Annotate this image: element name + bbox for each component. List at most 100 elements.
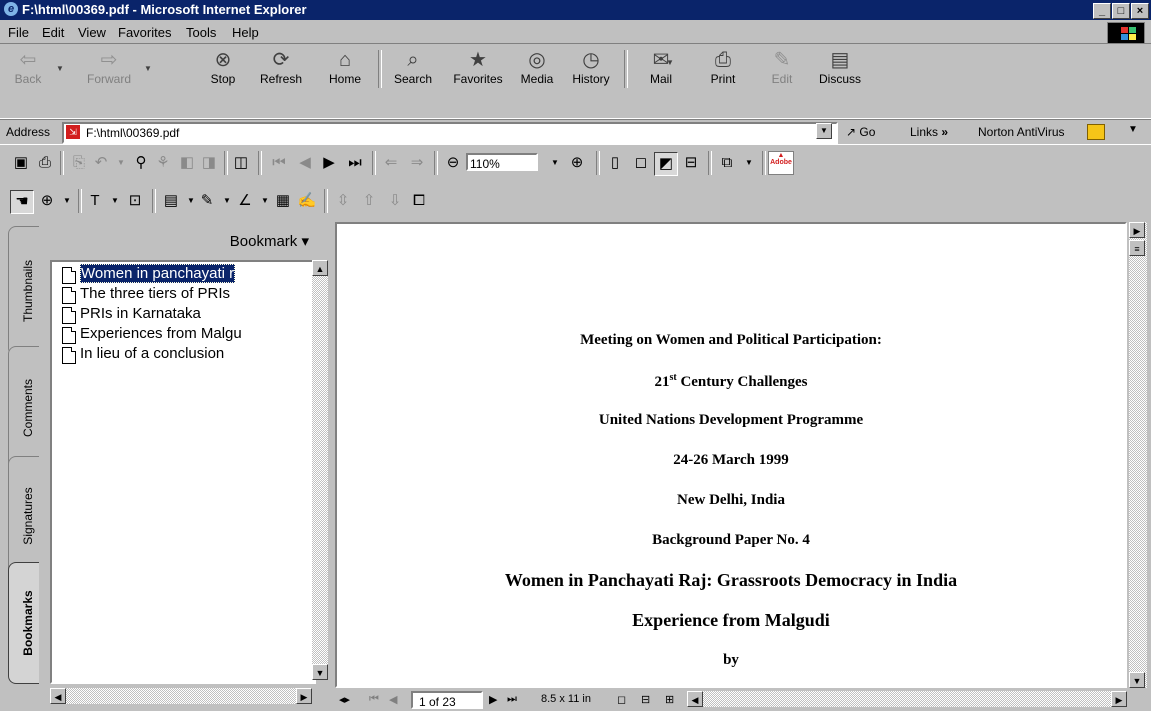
bookmark-vertical-scrollbar[interactable]: ▲ ▼ [312, 260, 328, 680]
address-input[interactable]: ⇲ F:\html\00369.pdf [62, 122, 838, 144]
continuous-icon[interactable]: ⊟ [641, 693, 650, 706]
address-dropdown-icon[interactable]: ▼ [816, 123, 832, 139]
zoom-tool-dropdown-icon[interactable]: ▼ [56, 190, 78, 212]
bookmark-item[interactable]: Women in panchayati r [62, 264, 236, 284]
fit-in-window-icon[interactable]: ◻ [630, 152, 652, 174]
tab-bookmarks[interactable]: Bookmarks [8, 562, 39, 684]
bookmark-item[interactable]: The three tiers of PRIs [62, 284, 230, 304]
forward-button[interactable]: ⇨ Forward [78, 48, 140, 90]
document-horizontal-scrollbar[interactable]: ◀ ▶ [687, 691, 1127, 707]
zoom-out-icon[interactable]: ⊖ [442, 152, 464, 174]
edit-button[interactable]: ✎ Edit [762, 48, 802, 90]
tab-signatures[interactable]: Signatures [8, 456, 39, 576]
zoom-in-icon[interactable]: ⊕ [566, 152, 588, 174]
scroll-thumb[interactable]: ≡ [1129, 240, 1145, 256]
forward-dropdown-icon[interactable]: ▼ [144, 64, 152, 73]
tab-thumbnails[interactable]: Thumbnails [8, 226, 39, 356]
previous-page-icon[interactable]: ◀ [294, 152, 316, 174]
rotate-dropdown-icon[interactable]: ▼ [738, 152, 760, 174]
zoom-dropdown-icon[interactable]: ▼ [544, 152, 566, 174]
single-page-icon[interactable]: ◻ [617, 693, 626, 706]
mail-dropdown-icon[interactable]: ▼ [666, 58, 674, 67]
find-icon[interactable]: ⚲ [130, 152, 152, 174]
spell-check-icon[interactable]: ▦ [272, 190, 294, 212]
discuss-button[interactable]: ▤ Discuss [812, 48, 868, 90]
last-page-icon[interactable]: ⏭ [344, 152, 366, 174]
next-result-icon[interactable]: ◨ [198, 152, 220, 174]
show-comments-icon[interactable]: ⧠ [408, 190, 430, 212]
next-page-icon[interactable]: ▶ [318, 152, 340, 174]
document-view[interactable]: Meeting on Women and Political Participa… [335, 222, 1127, 688]
mail-button[interactable]: ✉ Mail [638, 48, 684, 90]
media-button[interactable]: ◎ Media [514, 48, 560, 90]
fit-width-icon[interactable]: ◩ [654, 152, 678, 176]
scroll-right-icon[interactable]: ▶ [296, 688, 312, 704]
undo-icon[interactable]: ↶ [90, 152, 112, 174]
go-forward-icon[interactable]: ⇒ [406, 152, 428, 174]
print-button[interactable]: ⎙ Print [700, 48, 746, 90]
back-dropdown-icon[interactable]: ▼ [56, 64, 64, 73]
norton-icon[interactable] [1087, 124, 1105, 140]
menu-tools[interactable]: Tools [186, 25, 216, 40]
upload-icon[interactable]: ⇧ [358, 190, 380, 212]
previous-result-icon[interactable]: ◧ [176, 152, 198, 174]
actual-size-icon[interactable]: ▯ [604, 152, 626, 174]
previous-page-scroll-icon[interactable]: ▶ [1129, 222, 1145, 238]
menu-help[interactable]: Help [232, 25, 259, 40]
tab-comments[interactable]: Comments [8, 346, 39, 470]
document-vertical-scrollbar[interactable]: ▶ ≡ ▼ [1129, 222, 1147, 688]
copy-icon[interactable]: ⎘ [68, 152, 90, 174]
scroll-right-icon[interactable]: ▶ [1111, 691, 1127, 707]
back-button[interactable]: ⇦ Back [6, 48, 50, 90]
menu-favorites[interactable]: Favorites [118, 25, 171, 40]
zoom-tool-icon[interactable]: ⊕ [36, 190, 58, 212]
continuous-facing-icon[interactable]: ⊞ [665, 693, 674, 706]
scroll-down-icon[interactable]: ▼ [1129, 672, 1145, 688]
search-index-icon[interactable]: ⚘ [152, 152, 174, 174]
download-icon[interactable]: ⇩ [384, 190, 406, 212]
scroll-left-icon[interactable]: ◀ [50, 688, 66, 704]
note-tool-icon[interactable]: ▤ [160, 190, 182, 212]
show-hide-navigation-icon[interactable]: ◫ [230, 152, 252, 174]
adobe-logo-icon[interactable]: ▲ Adobe [768, 151, 794, 175]
hand-tool-icon[interactable]: ☚ [10, 190, 34, 214]
highlight-tool-icon[interactable]: ∠ [234, 190, 256, 212]
split-handle-icon[interactable]: ◂▸ [339, 693, 350, 706]
go-back-icon[interactable]: ⇐ [380, 152, 402, 174]
import-icon[interactable]: ⇳ [332, 190, 354, 212]
home-button[interactable]: ⌂ Home [322, 48, 368, 90]
pencil-tool-icon[interactable]: ✎ [196, 190, 218, 212]
bookmark-item[interactable]: PRIs in Karnataka [62, 304, 201, 324]
fit-visible-icon[interactable]: ⊟ [680, 152, 702, 174]
favorites-button[interactable]: ★ Favorites [446, 48, 510, 90]
links-button[interactable]: Links » [910, 125, 948, 139]
text-select-dropdown-icon[interactable]: ▼ [104, 190, 126, 212]
bookmark-menu-button[interactable]: Bookmark ▾ [230, 232, 309, 250]
bookmark-horizontal-scrollbar[interactable]: ◀ ▶ [50, 688, 312, 704]
text-select-icon[interactable]: T [84, 190, 106, 212]
last-page-icon[interactable]: ⏭ [507, 693, 517, 706]
menu-view[interactable]: View [78, 25, 106, 40]
scroll-down-icon[interactable]: ▼ [312, 664, 328, 680]
stop-button[interactable]: ⊗ Stop [200, 48, 246, 90]
maximize-button[interactable]: □ [1112, 3, 1130, 19]
refresh-button[interactable]: ⟳ Refresh [252, 48, 310, 90]
scroll-up-icon[interactable]: ▲ [312, 260, 328, 276]
rotate-view-icon[interactable]: ⧉ [716, 152, 738, 174]
next-page-icon[interactable]: ▶ [489, 693, 497, 706]
go-button[interactable]: ↗ Go [846, 125, 875, 139]
menu-edit[interactable]: Edit [42, 25, 64, 40]
previous-page-icon[interactable]: ◀ [389, 693, 397, 706]
norton-dropdown-icon[interactable]: ▼ [1128, 124, 1138, 135]
first-page-icon[interactable]: ⏮ [369, 693, 379, 706]
first-page-icon[interactable]: ⏮ [268, 152, 290, 174]
undo-dropdown-icon[interactable]: ▼ [110, 152, 132, 174]
zoom-level-input[interactable]: 110% [466, 153, 538, 171]
print-icon[interactable]: ⎙ [34, 152, 56, 174]
search-button[interactable]: ⌕ Search [386, 48, 440, 90]
bookmark-item[interactable]: Experiences from Malgu [62, 324, 242, 344]
sign-tool-icon[interactable]: ✍ [296, 190, 318, 212]
norton-antivirus-button[interactable]: Norton AntiVirus [978, 125, 1065, 139]
bookmark-item[interactable]: In lieu of a conclusion [62, 344, 224, 364]
page-number-field[interactable]: 1 of 23 [411, 691, 483, 709]
